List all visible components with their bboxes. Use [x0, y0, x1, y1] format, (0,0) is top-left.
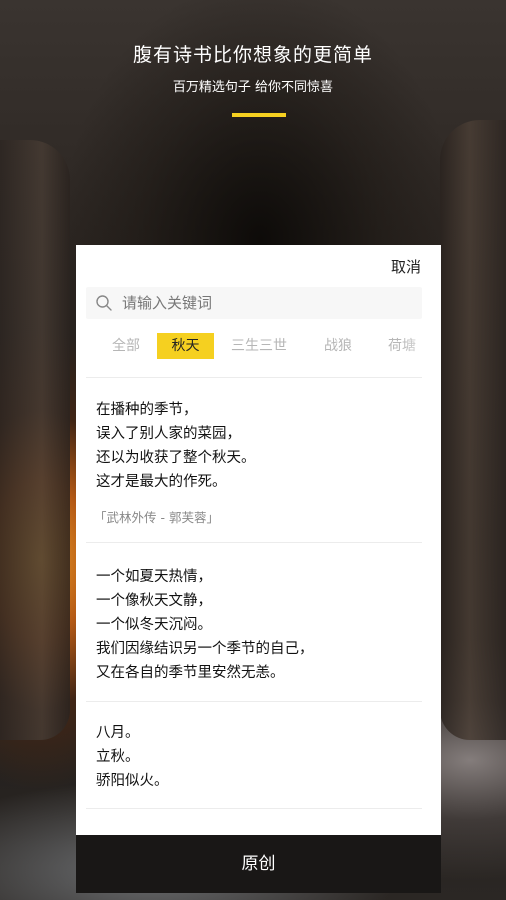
tab-all[interactable]: 全部	[102, 333, 150, 359]
quote-item[interactable]: 八月。 立秋。 骄阳似火。	[96, 721, 169, 793]
quote-line: 八月。	[96, 725, 140, 741]
original-button[interactable]: 原创	[76, 835, 441, 893]
tabs-fade	[401, 329, 441, 363]
quote-item[interactable]: 一个如夏天热情， 一个像秋天文静， 一个似冬天沉闷。 我们因缘结识另一个季节的自…	[96, 565, 314, 685]
search-input[interactable]	[122, 287, 412, 319]
quote-line: 误入了别人家的菜园，	[96, 426, 241, 442]
tab-zhanlang[interactable]: 战狼	[312, 333, 364, 359]
quote-line: 立秋。	[96, 749, 140, 765]
page-title: 腹有诗书比你想象的更简单	[132, 44, 373, 66]
divider	[86, 542, 422, 543]
rock-right	[440, 120, 506, 740]
quote-line: 又在各自的季节里安然无恙。	[96, 665, 285, 681]
search-icon	[96, 295, 112, 311]
divider	[86, 701, 422, 702]
quote-line: 这才是最大的作死。	[96, 474, 227, 490]
cancel-button[interactable]: 取消	[391, 256, 421, 277]
page-subtitle: 百万精选句子 给你不同惊喜	[172, 80, 334, 95]
quote-line: 骄阳似火。	[96, 773, 169, 789]
quote-line: 还以为收获了整个秋天。	[96, 450, 256, 466]
quote-line: 一个如夏天热情，	[96, 569, 212, 585]
accent-bar	[232, 113, 286, 117]
tab-autumn[interactable]: 秋天	[157, 333, 214, 359]
quote-source: 「武林外传 - 郭芙蓉」	[94, 510, 219, 525]
search-panel: 取消 全部 秋天 三生三世 战狼 荷塘 在播种的季节， 误入了别人家的菜园， 还…	[76, 245, 441, 835]
divider	[86, 377, 422, 378]
tab-sansheng[interactable]: 三生三世	[224, 333, 294, 359]
category-tabs: 全部 秋天 三生三世 战狼 荷塘	[76, 333, 441, 359]
quote-line: 一个似冬天沉闷。	[96, 617, 212, 633]
quote-line: 我们因缘结识另一个季节的自己，	[96, 641, 314, 657]
quote-line: 在播种的季节，	[96, 402, 198, 418]
quote-item[interactable]: 在播种的季节， 误入了别人家的菜园， 还以为收获了整个秋天。 这才是最大的作死。	[96, 398, 256, 494]
quote-line: 一个像秋天文静，	[96, 593, 212, 609]
divider	[86, 808, 422, 809]
search-box[interactable]	[86, 287, 422, 319]
rock-left	[0, 140, 70, 740]
